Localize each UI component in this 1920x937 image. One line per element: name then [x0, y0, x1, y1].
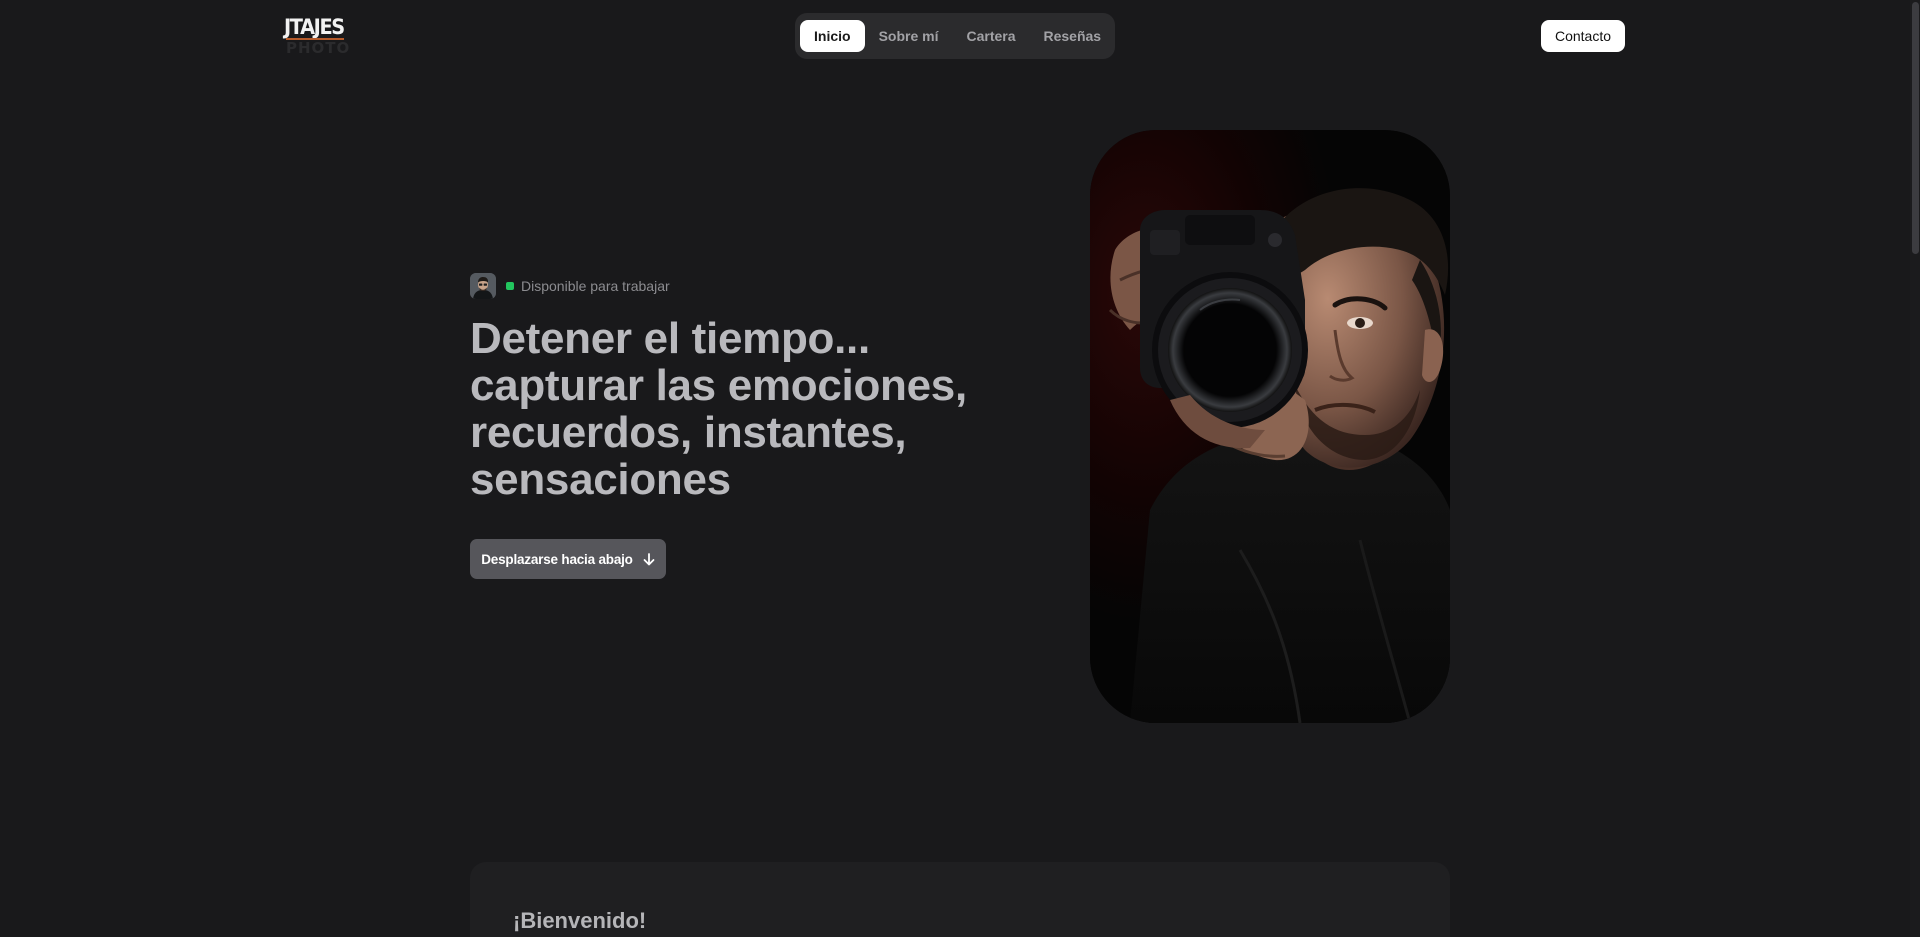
- headline-line-1: Detener el tiempo...: [470, 314, 870, 363]
- hero-headline: Detener el tiempo... capturar las emocio…: [470, 315, 1030, 503]
- main-nav: Inicio Sobre mí Cartera Reseñas: [795, 13, 1115, 59]
- headline-line-3: recuerdos, instantes,: [470, 408, 907, 457]
- logo-wordmark: JTAJES: [284, 15, 345, 39]
- scrollbar-thumb[interactable]: [1912, 2, 1919, 254]
- welcome-section: ¡Bienvenido!: [470, 862, 1450, 937]
- arrow-down-icon: [643, 552, 655, 565]
- headline-line-4: sensaciones: [470, 455, 731, 504]
- nav-item-sobre-mi[interactable]: Sobre mí: [865, 20, 953, 52]
- nav-item-cartera[interactable]: Cartera: [952, 20, 1029, 52]
- welcome-title: ¡Bienvenido!: [513, 908, 647, 933]
- availability-status: Disponible para trabajar: [470, 273, 670, 299]
- brand-logo[interactable]: JTAJES PHOTO: [284, 15, 349, 56]
- hero-photo: [1090, 130, 1450, 723]
- page: JTAJES PHOTO Inicio Sobre mí Cartera Res…: [0, 0, 1920, 937]
- page-scrollbar[interactable]: [1910, 0, 1920, 937]
- logo-subtitle: PHOTO: [286, 39, 351, 57]
- headline-line-2: capturar las emociones,: [470, 361, 967, 410]
- photographer-portrait: [1090, 130, 1450, 723]
- status-dot: [506, 282, 514, 290]
- avatar-portrait-icon: [470, 273, 496, 299]
- scroll-down-button[interactable]: Desplazarse hacia abajo: [470, 539, 666, 579]
- scroll-down-label: Desplazarse hacia abajo: [481, 551, 633, 567]
- nav-item-resenas[interactable]: Reseñas: [1030, 20, 1116, 52]
- contact-button[interactable]: Contacto: [1541, 20, 1625, 52]
- status-text: Disponible para trabajar: [521, 278, 670, 294]
- avatar: [470, 273, 496, 299]
- nav-item-inicio[interactable]: Inicio: [800, 20, 865, 52]
